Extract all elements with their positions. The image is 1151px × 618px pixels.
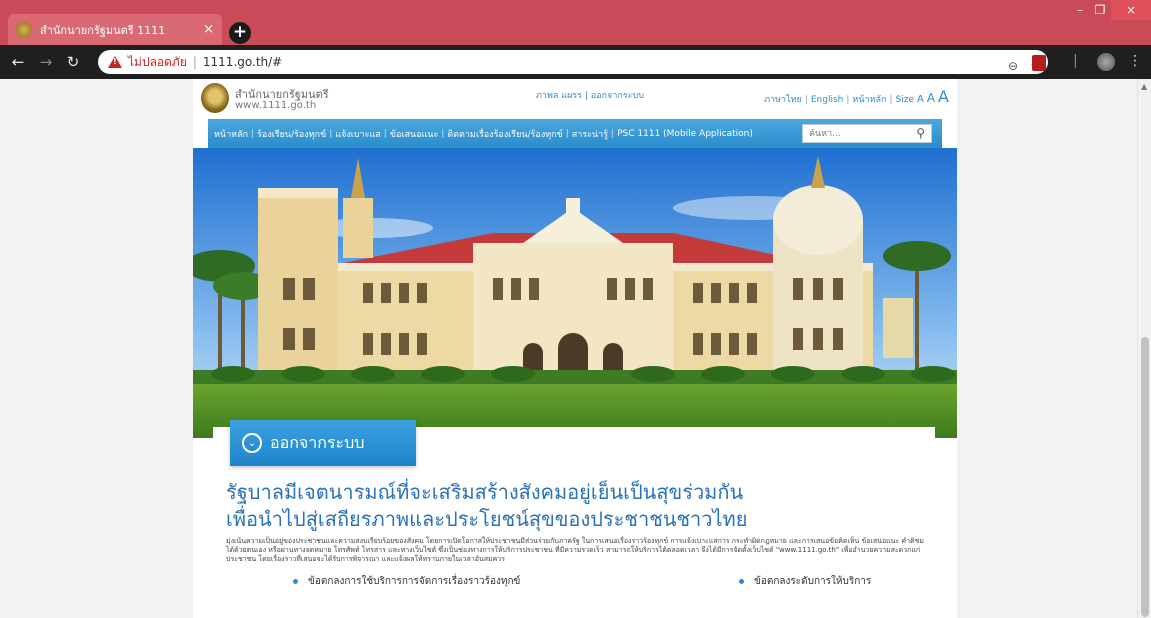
url-text[interactable]: 1111.go.th/# (203, 55, 282, 69)
forward-icon[interactable]: → (36, 53, 56, 71)
chevron-down-circle-icon: ⌄ (242, 433, 262, 453)
nav-divider: | (565, 128, 569, 139)
size-label: Size (895, 95, 914, 105)
browser-toolbar: ← → ↻ ไม่ปลอดภัย | 1111.go.th/# ⊖ ☆ | ⋮ (0, 45, 1151, 79)
language-bar: ภาษาไทย | English | หน้าหลัก | Size A A … (764, 87, 949, 106)
top-links[interactable]: ภาพล แผรร | ออกจากระบบ (536, 88, 644, 102)
tab-title: สำนักนายกรัฐมนตรี 1111 (40, 23, 166, 37)
nav-divider: | (383, 128, 387, 139)
hero-image-government-house (193, 148, 957, 438)
tab-close-icon[interactable]: × (203, 22, 214, 37)
government-seal-icon[interactable] (201, 83, 229, 113)
nav-suggestion[interactable]: ข้อเสนอแนะ (390, 127, 438, 141)
search-input[interactable] (803, 128, 903, 139)
divider: | (846, 95, 850, 105)
logout-label: ออกจากระบบ (270, 432, 365, 452)
pdf-extension-icon[interactable] (1032, 55, 1046, 71)
headline: รัฐบาลมีเจตนารมณ์ที่จะเสริมสร้างสังคมอยู… (226, 479, 747, 533)
link-service-level[interactable]: ข้อตกลงระดับการให้บริการ (739, 574, 871, 589)
page-scrollbar[interactable]: ▲ (1137, 79, 1151, 618)
warning-icon (108, 56, 122, 68)
nav-complaint[interactable]: ร้องเรียน/ร้องทุกข์ (257, 127, 326, 141)
headline-line-2: เพื่อนำไปสู่เสถียรภาพและประโยชน์สุขของปร… (226, 507, 748, 531)
browser-tab-strip: สำนักนายกรัฐมนตรี 1111 × + – ❐ × (0, 0, 1151, 45)
not-secure-label[interactable]: ไม่ปลอดภัย (128, 53, 187, 72)
divider: | (804, 95, 808, 105)
search-icon[interactable]: ⚲ (916, 126, 925, 140)
nav-knowledge[interactable]: สาระน่ารู้ (572, 127, 608, 141)
site-favicon-icon (16, 21, 32, 38)
zoom-icon[interactable]: ⊖ (1008, 59, 1018, 73)
nav-mobile-app[interactable]: PSC 1111 (Mobile Application) (617, 129, 753, 139)
lang-english-link[interactable]: English (811, 95, 844, 105)
nav-divider: | (251, 128, 255, 139)
scroll-up-icon[interactable]: ▲ (1141, 82, 1147, 91)
font-size-medium[interactable]: A (927, 91, 935, 105)
reload-icon[interactable]: ↻ (63, 53, 83, 71)
nav-divider: | (329, 128, 333, 139)
logout-button[interactable]: ⌄ ออกจากระบบ (230, 420, 416, 466)
government-house-illustration (193, 148, 957, 438)
site-page: สำนักนายกรัฐมนตรี www.1111.go.th ภาพล แผ… (193, 79, 957, 618)
back-icon[interactable]: ← (8, 53, 28, 71)
intro-paragraph: มุ่งเน้นความเป็นอยู่ของประชาชนและความสงบ… (226, 537, 924, 563)
nav-divider: | (441, 128, 445, 139)
link-complaint-terms[interactable]: ข้อตกลงการใช้บริการการจัดการเรื่องราวร้อ… (293, 574, 520, 589)
page-viewport: สำนักนายกรัฐมนตรี www.1111.go.th ภาพล แผ… (0, 79, 1151, 618)
address-bar[interactable]: ไม่ปลอดภัย | 1111.go.th/# ⊖ ☆ (98, 50, 1048, 74)
nav-divider: | (611, 128, 615, 139)
scrollbar-thumb[interactable] (1141, 337, 1149, 617)
divider: | (889, 95, 893, 105)
home-link[interactable]: หน้าหลัก (852, 92, 886, 106)
new-tab-button[interactable]: + (229, 22, 251, 44)
close-window-button[interactable]: × (1111, 0, 1151, 20)
menu-dots-icon[interactable]: ⋮ (1128, 53, 1142, 69)
toolbar-divider: | (1073, 53, 1078, 69)
profile-avatar-icon[interactable] (1097, 53, 1115, 71)
browser-tab[interactable]: สำนักนายกรัฐมนตรี 1111 × (8, 14, 222, 45)
font-size-large[interactable]: A (938, 87, 949, 106)
main-nav: หน้าหลัก | ร้องเรียน/ร้องทุกข์ | แจ้งเบา… (208, 119, 942, 148)
font-size-small[interactable]: A (917, 94, 924, 105)
headline-line-1: รัฐบาลมีเจตนารมณ์ที่จะเสริมสร้างสังคมอยู… (226, 480, 744, 504)
nav-home[interactable]: หน้าหลัก (214, 127, 248, 141)
site-header: สำนักนายกรัฐมนตรี www.1111.go.th ภาพล แผ… (193, 79, 957, 119)
site-search: ⚲ (802, 124, 932, 143)
lang-thai-link[interactable]: ภาษาไทย (764, 92, 802, 106)
url-separator: | (192, 55, 197, 69)
nav-track-complaint[interactable]: ติดตามเรื่องร้องเรียน/ร้องทุกข์ (447, 127, 562, 141)
nav-tipoff[interactable]: แจ้งเบาะแส (335, 127, 380, 141)
org-url: www.1111.go.th (235, 100, 317, 111)
